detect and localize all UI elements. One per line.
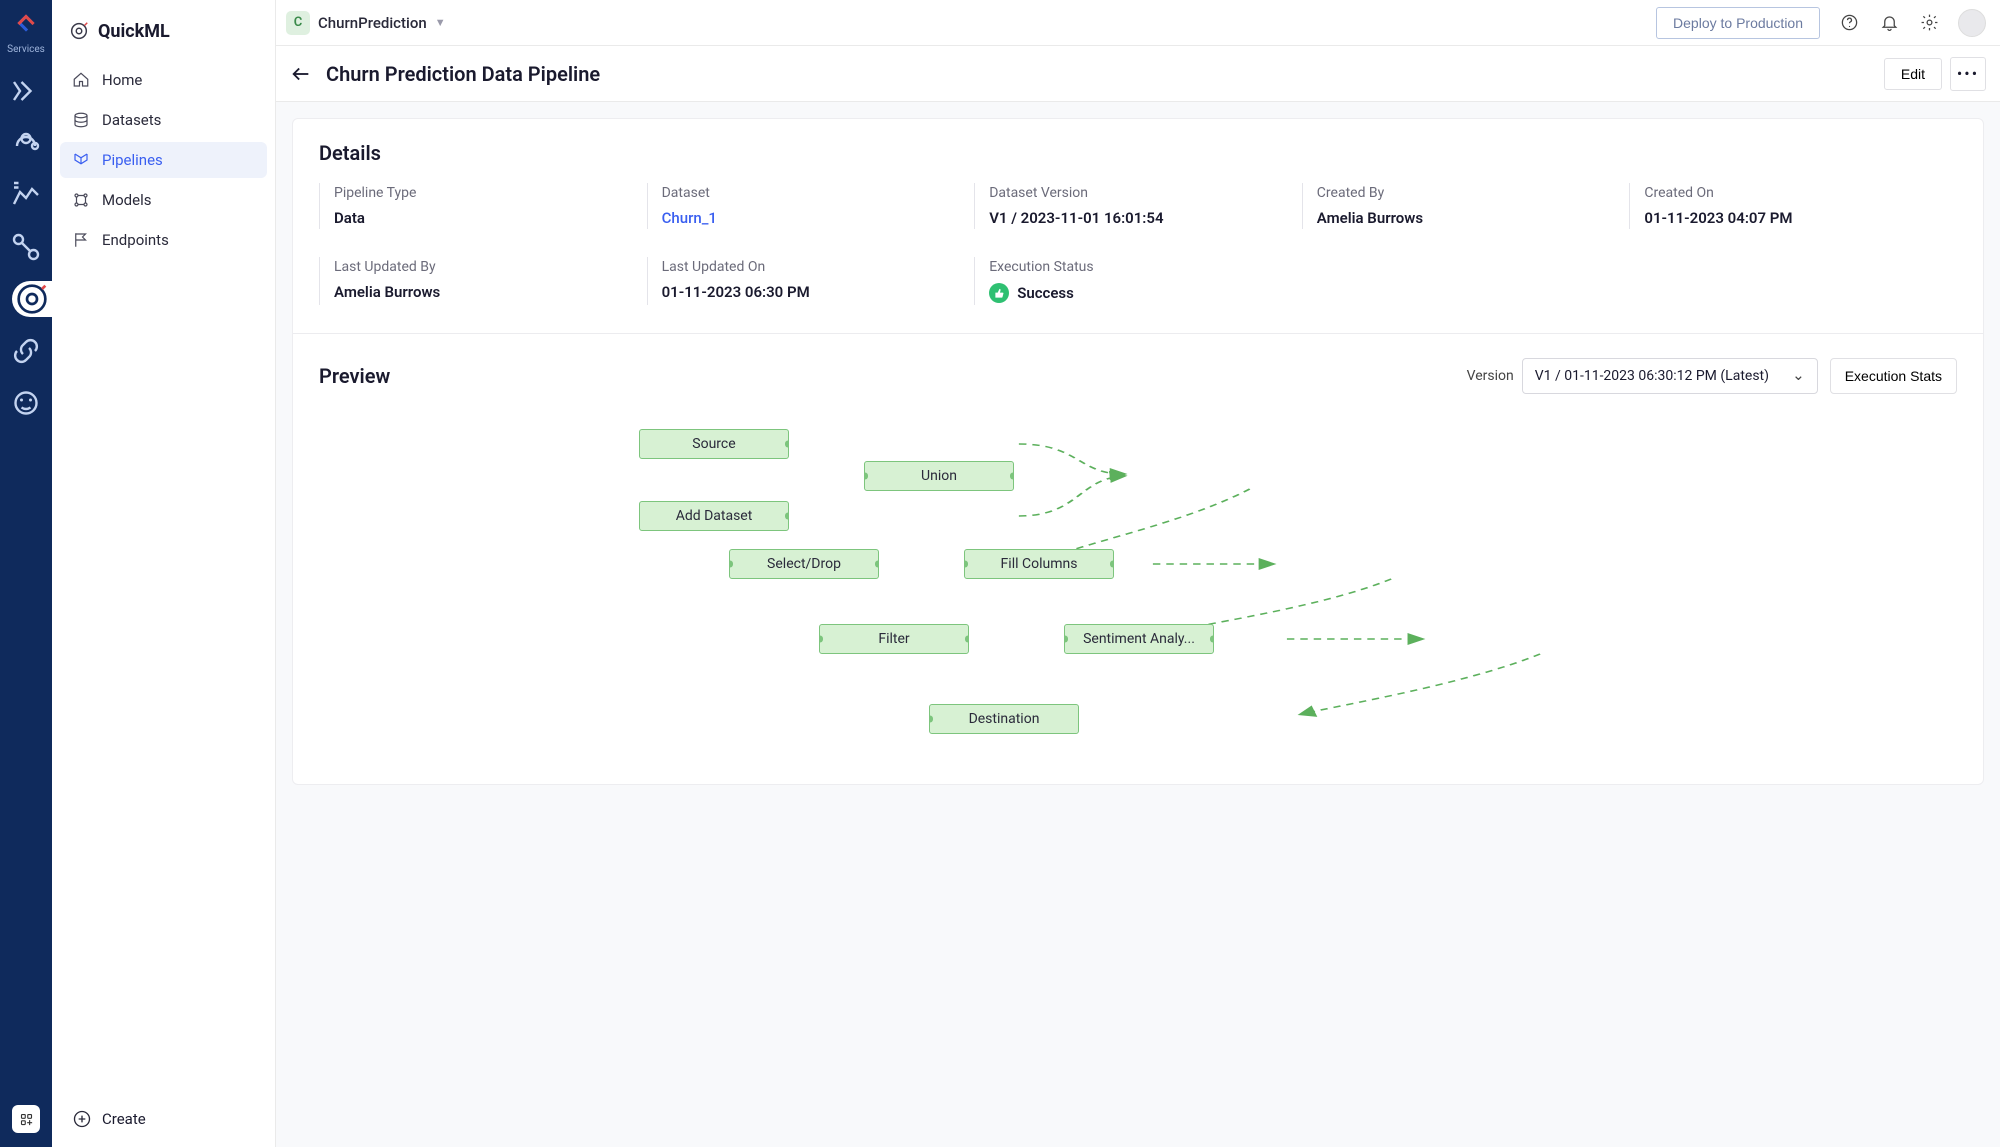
node-select-drop[interactable]: Select/Drop xyxy=(729,549,879,579)
divider xyxy=(293,333,1983,334)
service-item-6[interactable] xyxy=(8,385,44,421)
flag-icon xyxy=(72,231,90,249)
app-logo-icon xyxy=(13,10,39,36)
execution-stats-button[interactable]: Execution Stats xyxy=(1830,358,1957,394)
detail-created-by: Created By Amelia Burrows xyxy=(1302,183,1630,229)
service-item-5[interactable] xyxy=(8,333,44,369)
sidenav-item-home[interactable]: Home xyxy=(60,62,267,98)
sidenav-item-label: Home xyxy=(102,71,142,89)
project-avatar: C xyxy=(286,11,310,35)
sidenav-item-endpoints[interactable]: Endpoints xyxy=(60,222,267,258)
dataset-link[interactable]: Churn_1 xyxy=(662,209,961,227)
node-filter[interactable]: Filter xyxy=(819,624,969,654)
topbar: C ChurnPrediction ▼ Deploy to Production xyxy=(276,0,2000,46)
edges-svg xyxy=(319,414,1957,754)
pipeline-diagram: Source Add Dataset Union Select/Drop Fil… xyxy=(319,414,1957,754)
sidenav: QuickML Home Datasets Pipelines Models E… xyxy=(52,0,276,1147)
home-icon xyxy=(72,71,90,89)
details-card: Details Pipeline Type Data Dataset Churn… xyxy=(292,118,1984,785)
sidenav-item-label: Models xyxy=(102,191,151,209)
brand-label: QuickML xyxy=(98,21,170,42)
deploy-to-production-button[interactable]: Deploy to Production xyxy=(1656,7,1820,39)
node-sentiment[interactable]: Sentiment Analy... xyxy=(1064,624,1214,654)
preview-header: Preview Version V1 / 01-11-2023 06:30:12… xyxy=(319,358,1957,394)
gear-icon[interactable] xyxy=(1918,12,1940,34)
service-item-quickml[interactable] xyxy=(12,281,52,317)
node-source[interactable]: Source xyxy=(639,429,789,459)
project-name: ChurnPrediction xyxy=(318,14,427,32)
pageheader: Churn Prediction Data Pipeline Edit ••• xyxy=(276,46,2000,102)
detail-last-updated-by: Last Updated By Amelia Burrows xyxy=(319,257,647,305)
service-item-3[interactable] xyxy=(8,177,44,213)
database-icon xyxy=(72,111,90,129)
plus-circle-icon xyxy=(72,1109,92,1129)
sidenav-item-label: Pipelines xyxy=(102,151,163,169)
node-destination[interactable]: Destination xyxy=(929,704,1079,734)
user-avatar[interactable] xyxy=(1958,9,1986,37)
sidenav-item-datasets[interactable]: Datasets xyxy=(60,102,267,138)
sidenav-item-label: Endpoints xyxy=(102,231,169,249)
main: C ChurnPrediction ▼ Deploy to Production… xyxy=(276,0,2000,1147)
details-row-2: Last Updated By Amelia Burrows Last Upda… xyxy=(319,257,1957,305)
services-iconbar: Services xyxy=(0,0,52,1147)
sidenav-item-pipelines[interactable]: Pipelines xyxy=(60,142,267,178)
brand: QuickML xyxy=(52,18,275,62)
pipeline-icon xyxy=(72,151,90,169)
edit-button[interactable]: Edit xyxy=(1884,58,1942,90)
caret-down-icon: ▼ xyxy=(435,16,446,29)
node-add-dataset[interactable]: Add Dataset xyxy=(639,501,789,531)
help-icon[interactable] xyxy=(1838,12,1860,34)
detail-last-updated-on: Last Updated On 01-11-2023 06:30 PM xyxy=(647,257,975,305)
bell-icon[interactable] xyxy=(1878,12,1900,34)
create-button[interactable]: Create xyxy=(52,1095,275,1147)
detail-execution-status: Execution Status Success xyxy=(974,257,1302,305)
services-label: Services xyxy=(7,44,45,55)
detail-dataset: Dataset Churn_1 xyxy=(647,183,975,229)
more-menu-button[interactable]: ••• xyxy=(1950,57,1986,91)
success-badge-icon xyxy=(989,283,1009,303)
models-icon xyxy=(72,191,90,209)
sidenav-item-models[interactable]: Models xyxy=(60,182,267,218)
detail-pipeline-type: Pipeline Type Data xyxy=(319,183,647,229)
version-select[interactable]: V1 / 01-11-2023 06:30:12 PM (Latest) xyxy=(1522,358,1818,394)
version-label: Version xyxy=(1467,368,1514,384)
back-arrow-icon[interactable] xyxy=(290,63,312,85)
page-title: Churn Prediction Data Pipeline xyxy=(326,62,600,86)
create-label: Create xyxy=(102,1110,146,1128)
details-row-1: Pipeline Type Data Dataset Churn_1 Datas… xyxy=(319,183,1957,229)
sidenav-item-label: Datasets xyxy=(102,111,161,129)
detail-dataset-version: Dataset Version V1 / 2023-11-01 16:01:54 xyxy=(974,183,1302,229)
node-union[interactable]: Union xyxy=(864,461,1014,491)
preview-title: Preview xyxy=(319,364,390,388)
detail-created-on: Created On 01-11-2023 04:07 PM xyxy=(1629,183,1957,229)
service-item-2[interactable] xyxy=(8,125,44,161)
service-item-1[interactable] xyxy=(8,73,44,109)
node-fill-columns[interactable]: Fill Columns xyxy=(964,549,1114,579)
content-area: Details Pipeline Type Data Dataset Churn… xyxy=(276,102,2000,1147)
project-switcher[interactable]: C ChurnPrediction ▼ xyxy=(286,11,446,35)
apps-grid-icon[interactable] xyxy=(12,1105,40,1133)
details-title: Details xyxy=(319,141,1957,165)
service-item-4[interactable] xyxy=(8,229,44,265)
